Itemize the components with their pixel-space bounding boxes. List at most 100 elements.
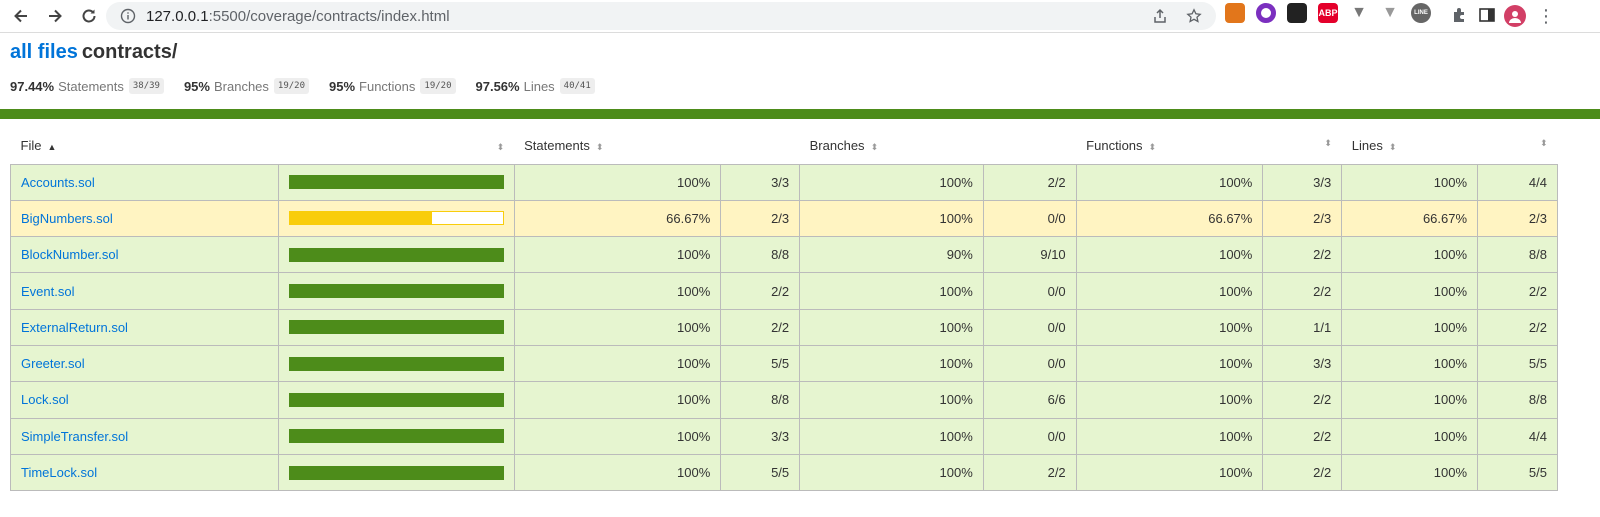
coverage-bar-fill — [289, 321, 503, 334]
summary-label: Branches — [213, 78, 269, 94]
vue-devtools-alt-icon[interactable]: ▼ — [1380, 3, 1400, 23]
file-link[interactable]: BlockNumber.sol — [21, 247, 119, 262]
functions-frac: 3/3 — [1262, 163, 1343, 201]
lines-frac: 8/8 — [1477, 236, 1558, 274]
coverage-bar-fill — [289, 212, 432, 225]
more-menu-icon[interactable]: ⋮ — [1536, 5, 1556, 27]
table-row: SimpleTransfer.sol 100% 3/3 100% 0/0 100% 2/2 1… — [10, 417, 1558, 455]
side-panel-icon[interactable] — [1478, 6, 1496, 29]
coverage-bar-cell — [277, 272, 515, 310]
cat-icon[interactable] — [1287, 3, 1307, 23]
branches-frac: 0/0 — [982, 417, 1077, 455]
coverage-bar-fill — [289, 430, 503, 443]
bookmark-star-icon[interactable] — [1184, 6, 1204, 26]
current-directory: contracts/ — [81, 41, 178, 63]
table-row: Event.sol 100% 2/2 100% 0/0 100% 2/2 100% 2/2 — [10, 272, 1558, 310]
file-link[interactable]: SimpleTransfer.sol — [21, 429, 128, 444]
coverage-bar-fill — [289, 393, 503, 406]
coverage-summary: 97.44% Statements 38/39 95% Branches 19/20 95%… — [10, 76, 1590, 96]
functions-pct: 100% — [1075, 236, 1264, 274]
functions-pct: 100% — [1075, 417, 1264, 455]
file-link[interactable]: Accounts.sol — [21, 175, 95, 190]
table-row: Accounts.sol 100% 3/3 100% 2/2 100% 3/3 100% 4/4 — [10, 163, 1558, 201]
file-link[interactable]: Event.sol — [21, 284, 74, 299]
info-icon[interactable] — [120, 8, 136, 24]
purple-circle-icon[interactable] — [1256, 3, 1276, 23]
branches-frac: 0/0 — [982, 308, 1077, 346]
summary-fraction: 40/41 — [559, 78, 595, 94]
browser-toolbar: 127.0.0.1:5500/coverage/contracts/index.… — [0, 0, 1600, 33]
sort-icon: ⬍ — [1388, 141, 1397, 152]
branches-pct: 100% — [799, 381, 984, 419]
lines-pct: 100% — [1341, 344, 1479, 383]
coverage-bar-cell — [277, 163, 515, 201]
branches-pct: 100% — [799, 453, 984, 492]
functions-frac: 1/1 — [1262, 308, 1343, 346]
functions-frac: 2/2 — [1262, 381, 1343, 419]
file-link[interactable]: TimeLock.sol — [21, 465, 97, 480]
metamask-icon[interactable] — [1225, 3, 1245, 23]
lines-frac: 5/5 — [1477, 453, 1558, 492]
statements-frac: 5/5 — [720, 344, 801, 383]
reload-button[interactable] — [72, 2, 106, 30]
col-bar[interactable]: ⬍ — [278, 127, 515, 165]
coverage-table: File ▲ ⬍ Statements ⬍ Branches ⬍ Functions ⬍… — [10, 127, 1558, 492]
functions-frac: 2/2 — [1262, 236, 1343, 274]
col-branches[interactable]: Branches ⬍ — [799, 127, 1077, 165]
profile-avatar[interactable] — [1504, 5, 1526, 27]
address-bar[interactable]: 127.0.0.1:5500/coverage/contracts/index.… — [106, 2, 1216, 30]
branches-frac: 0/0 — [982, 272, 1077, 310]
statements-pct: 100% — [513, 272, 722, 310]
branches-frac: 0/0 — [982, 199, 1077, 238]
functions-pct: 100% — [1075, 163, 1264, 201]
col-lines[interactable]: Lines ⬍ ⬍ — [1341, 127, 1558, 165]
file-link[interactable]: ExternalReturn.sol — [21, 320, 128, 335]
table-row: BlockNumber.sol 100% 8/8 90% 9/10 100% 2/2 100%… — [10, 236, 1558, 274]
table-row: Greeter.sol 100% 5/5 100% 0/0 100% 3/3 100% 5/5 — [10, 344, 1558, 383]
statements-frac: 8/8 — [720, 381, 801, 419]
all-files-link[interactable]: all files — [10, 41, 78, 63]
file-cell: BlockNumber.sol — [10, 236, 279, 274]
coverage-bar-cell — [277, 236, 515, 274]
sort-icon: ⬍ — [1324, 137, 1332, 148]
col-file[interactable]: File ▲ — [10, 127, 279, 165]
summary-statements: 97.44% Statements 38/39 — [10, 78, 164, 94]
back-button[interactable] — [4, 2, 38, 30]
lines-pct: 100% — [1341, 236, 1479, 274]
file-link[interactable]: Greeter.sol — [21, 356, 85, 371]
lines-pct: 100% — [1341, 272, 1479, 310]
reload-icon — [82, 9, 96, 23]
table-row: Lock.sol 100% 8/8 100% 6/6 100% 2/2 100% 8/8 — [10, 381, 1558, 419]
branches-pct: 100% — [799, 417, 984, 455]
share-icon[interactable] — [1150, 6, 1170, 26]
sort-icon: ⬍ — [1539, 137, 1548, 148]
branches-pct: 100% — [799, 308, 984, 346]
functions-pct: 100% — [1075, 308, 1264, 346]
summary-label: Lines — [523, 78, 555, 94]
adblock-icon[interactable]: ABP — [1318, 3, 1338, 23]
coverage-bar — [288, 211, 504, 226]
lines-frac: 2/2 — [1477, 272, 1558, 310]
coverage-bar-cell — [277, 308, 515, 346]
coverage-bar-fill — [289, 176, 503, 189]
statements-pct: 100% — [513, 236, 722, 274]
statements-pct: 100% — [513, 163, 722, 201]
forward-button[interactable] — [38, 2, 72, 30]
coverage-bar — [288, 247, 504, 262]
summary-percent: 97.56% — [475, 78, 520, 94]
summary-percent: 95% — [329, 78, 356, 94]
file-link[interactable]: BigNumbers.sol — [21, 211, 113, 226]
file-cell: Accounts.sol — [10, 163, 279, 201]
file-cell: Event.sol — [10, 272, 279, 310]
sort-icon: ⬍ — [496, 141, 505, 152]
file-cell: TimeLock.sol — [10, 453, 279, 492]
puzzle-icon[interactable] — [1451, 6, 1469, 29]
vue-devtools-icon[interactable]: ▼ — [1349, 3, 1369, 23]
branches-pct: 100% — [799, 163, 984, 201]
file-link[interactable]: Lock.sol — [21, 392, 69, 407]
functions-pct: 100% — [1075, 381, 1264, 419]
line-icon[interactable]: LINE — [1411, 3, 1431, 23]
col-functions[interactable]: Functions ⬍ ⬍ — [1076, 127, 1342, 165]
status-band — [0, 109, 1600, 119]
col-statements[interactable]: Statements ⬍ — [514, 127, 800, 165]
